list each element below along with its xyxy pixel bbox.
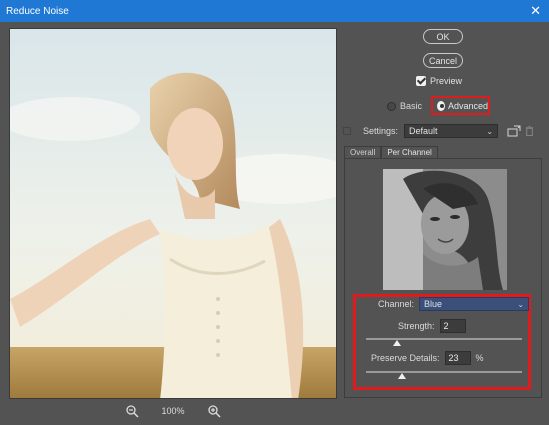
cancel-button[interactable]: Cancel — [423, 53, 463, 68]
settings-dropdown[interactable]: Default ⌄ — [404, 124, 499, 138]
strength-slider[interactable] — [366, 337, 522, 347]
preview-image[interactable] — [9, 28, 337, 399]
chevron-down-icon: ⌄ — [517, 300, 525, 309]
percent-unit: % — [475, 353, 484, 363]
chevron-down-icon: ⌄ — [486, 127, 494, 136]
basic-radio[interactable] — [387, 101, 396, 111]
zoom-level: 100% — [161, 406, 185, 416]
channel-row: Channel: Blue ⌄ — [378, 297, 530, 311]
preview-label: Preview — [430, 76, 463, 86]
preview-checkbox[interactable] — [416, 76, 426, 86]
strength-track[interactable] — [366, 338, 522, 340]
advanced-radio[interactable] — [437, 100, 445, 111]
strength-field[interactable]: 2 — [439, 319, 466, 333]
strength-thumb[interactable] — [393, 340, 402, 346]
channel-value: Blue — [424, 299, 443, 309]
tab-bar: Overall Per Channel — [344, 146, 438, 158]
mode-basic-option[interactable]: Basic — [387, 100, 422, 112]
settings-label: Settings: — [363, 126, 399, 136]
channel-dropdown[interactable]: Blue ⌄ — [419, 297, 530, 311]
preserve-details-slider[interactable] — [366, 370, 522, 380]
zoom-bar: 100% — [9, 402, 337, 420]
channel-photo — [383, 169, 507, 290]
mode-advanced-option[interactable]: Advanced — [431, 96, 490, 115]
channel-label: Channel: — [378, 299, 415, 309]
save-preset-icon[interactable] — [507, 125, 521, 137]
preserve-details-thumb[interactable] — [397, 373, 406, 379]
preview-photo — [10, 29, 336, 398]
ok-button[interactable]: OK — [423, 29, 463, 44]
preserve-details-row: Preserve Details: 23 % — [371, 351, 484, 365]
settings-row: Settings: Default ⌄ — [343, 124, 543, 138]
title-bar: Reduce Noise ✕ — [0, 0, 549, 22]
channel-preview[interactable] — [383, 169, 507, 290]
advanced-label: Advanced — [447, 100, 488, 111]
trash-icon[interactable] — [524, 125, 535, 137]
settings-square — [343, 127, 351, 135]
strength-label: Strength: — [398, 321, 435, 331]
preserve-details-field[interactable]: 23 — [444, 351, 471, 365]
zoom-out-icon[interactable] — [125, 404, 140, 418]
zoom-in-icon[interactable] — [207, 404, 221, 418]
preview-toggle[interactable]: Preview — [416, 75, 462, 87]
window-title: Reduce Noise — [6, 5, 69, 17]
preserve-details-label: Preserve Details: — [371, 353, 440, 363]
strength-row: Strength: 2 — [398, 319, 466, 333]
tab-per-channel[interactable]: Per Channel — [381, 146, 438, 158]
basic-label: Basic — [400, 101, 423, 111]
tab-overall[interactable]: Overall — [344, 146, 382, 158]
close-icon[interactable]: ✕ — [530, 3, 541, 19]
preserve-details-track[interactable] — [366, 371, 522, 373]
settings-value: Default — [409, 126, 438, 136]
